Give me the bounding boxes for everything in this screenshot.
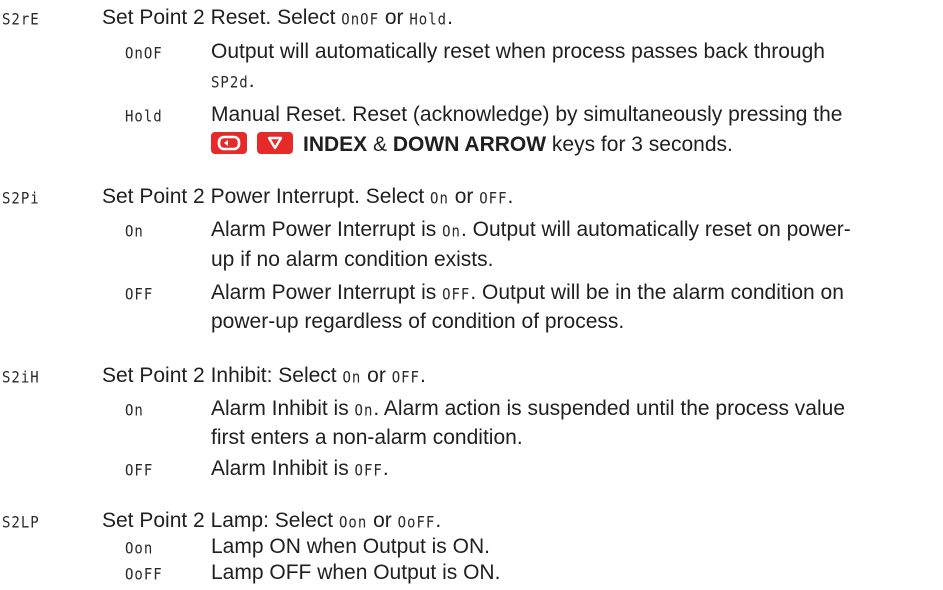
option-code: On xyxy=(342,368,362,388)
index-label: INDEX xyxy=(303,133,368,156)
option-desc-line: Manual Reset. Reset (acknowledge) by sim… xyxy=(211,103,843,126)
keys-line: INDEX & DOWN ARROW keys for 3 seconds. xyxy=(211,132,733,157)
option-code-on: On xyxy=(125,222,144,242)
option-code-hold: Hold xyxy=(125,107,163,127)
option-code: OFF xyxy=(479,189,508,209)
option-desc-line: Output will automatically reset when pro… xyxy=(211,40,825,63)
index-key-icon xyxy=(211,132,247,154)
option-desc-line: Alarm Inhibit is On. Alarm action is sus… xyxy=(211,397,846,421)
option-code-on: On xyxy=(125,401,144,421)
title-text: or xyxy=(379,6,410,29)
param-title-s2lp: Set Point 2 Lamp: Select Oon or OoFF. xyxy=(102,509,441,535)
option-code: OFF xyxy=(391,368,420,388)
option-code-off: OFF xyxy=(125,285,154,305)
option-code: Hold xyxy=(409,10,448,30)
title-text: . xyxy=(447,6,453,29)
option-code-ooff: OoFF xyxy=(125,565,163,585)
option-desc-line: Alarm Inhibit is OFF. xyxy=(211,457,389,481)
param-title-s2re: Set Point 2 Reset. Select OnOF or Hold. xyxy=(102,6,453,32)
option-desc-line: Alarm Power Interrupt is On. Output will… xyxy=(211,218,851,242)
option-code-oon: Oon xyxy=(125,539,154,559)
down-arrow-key-icon xyxy=(257,132,293,154)
param-title-s2ih: Set Point 2 Inhibit: Select On or OFF. xyxy=(102,364,426,390)
title-text: Set Point 2 Reset. Select xyxy=(102,6,342,29)
option-code: On xyxy=(430,189,449,209)
param-code-s2re: S2rE xyxy=(2,10,40,30)
down-arrow-label: DOWN ARROW xyxy=(392,133,547,156)
option-desc-line: up if no alarm condition exists. xyxy=(211,248,494,271)
option-code: OoFF xyxy=(397,513,436,533)
sp2d-code: SP2d xyxy=(211,73,249,93)
option-code-off: OFF xyxy=(125,461,154,481)
option-desc-line: power-up regardless of condition of proc… xyxy=(211,310,625,333)
param-code-s2ih: S2iH xyxy=(2,368,40,388)
option-desc-line: Alarm Power Interrupt is OFF. Output wil… xyxy=(211,281,844,305)
option-desc-line: Lamp OFF when Output is ON. xyxy=(211,561,501,584)
option-desc-line: first enters a non-alarm condition. xyxy=(211,426,523,449)
option-code: Oon xyxy=(338,513,368,533)
option-desc-line: SP2d. xyxy=(211,69,255,95)
option-code: OnOF xyxy=(341,10,380,30)
param-code-s2lp: S2LP xyxy=(2,513,40,533)
param-code-s2pi: S2Pi xyxy=(2,189,40,209)
option-desc-line: Lamp ON when Output is ON. xyxy=(211,535,490,558)
option-code-onof: OnOF xyxy=(125,44,163,64)
param-title-s2pi: Set Point 2 Power Interrupt. Select On o… xyxy=(102,185,513,211)
